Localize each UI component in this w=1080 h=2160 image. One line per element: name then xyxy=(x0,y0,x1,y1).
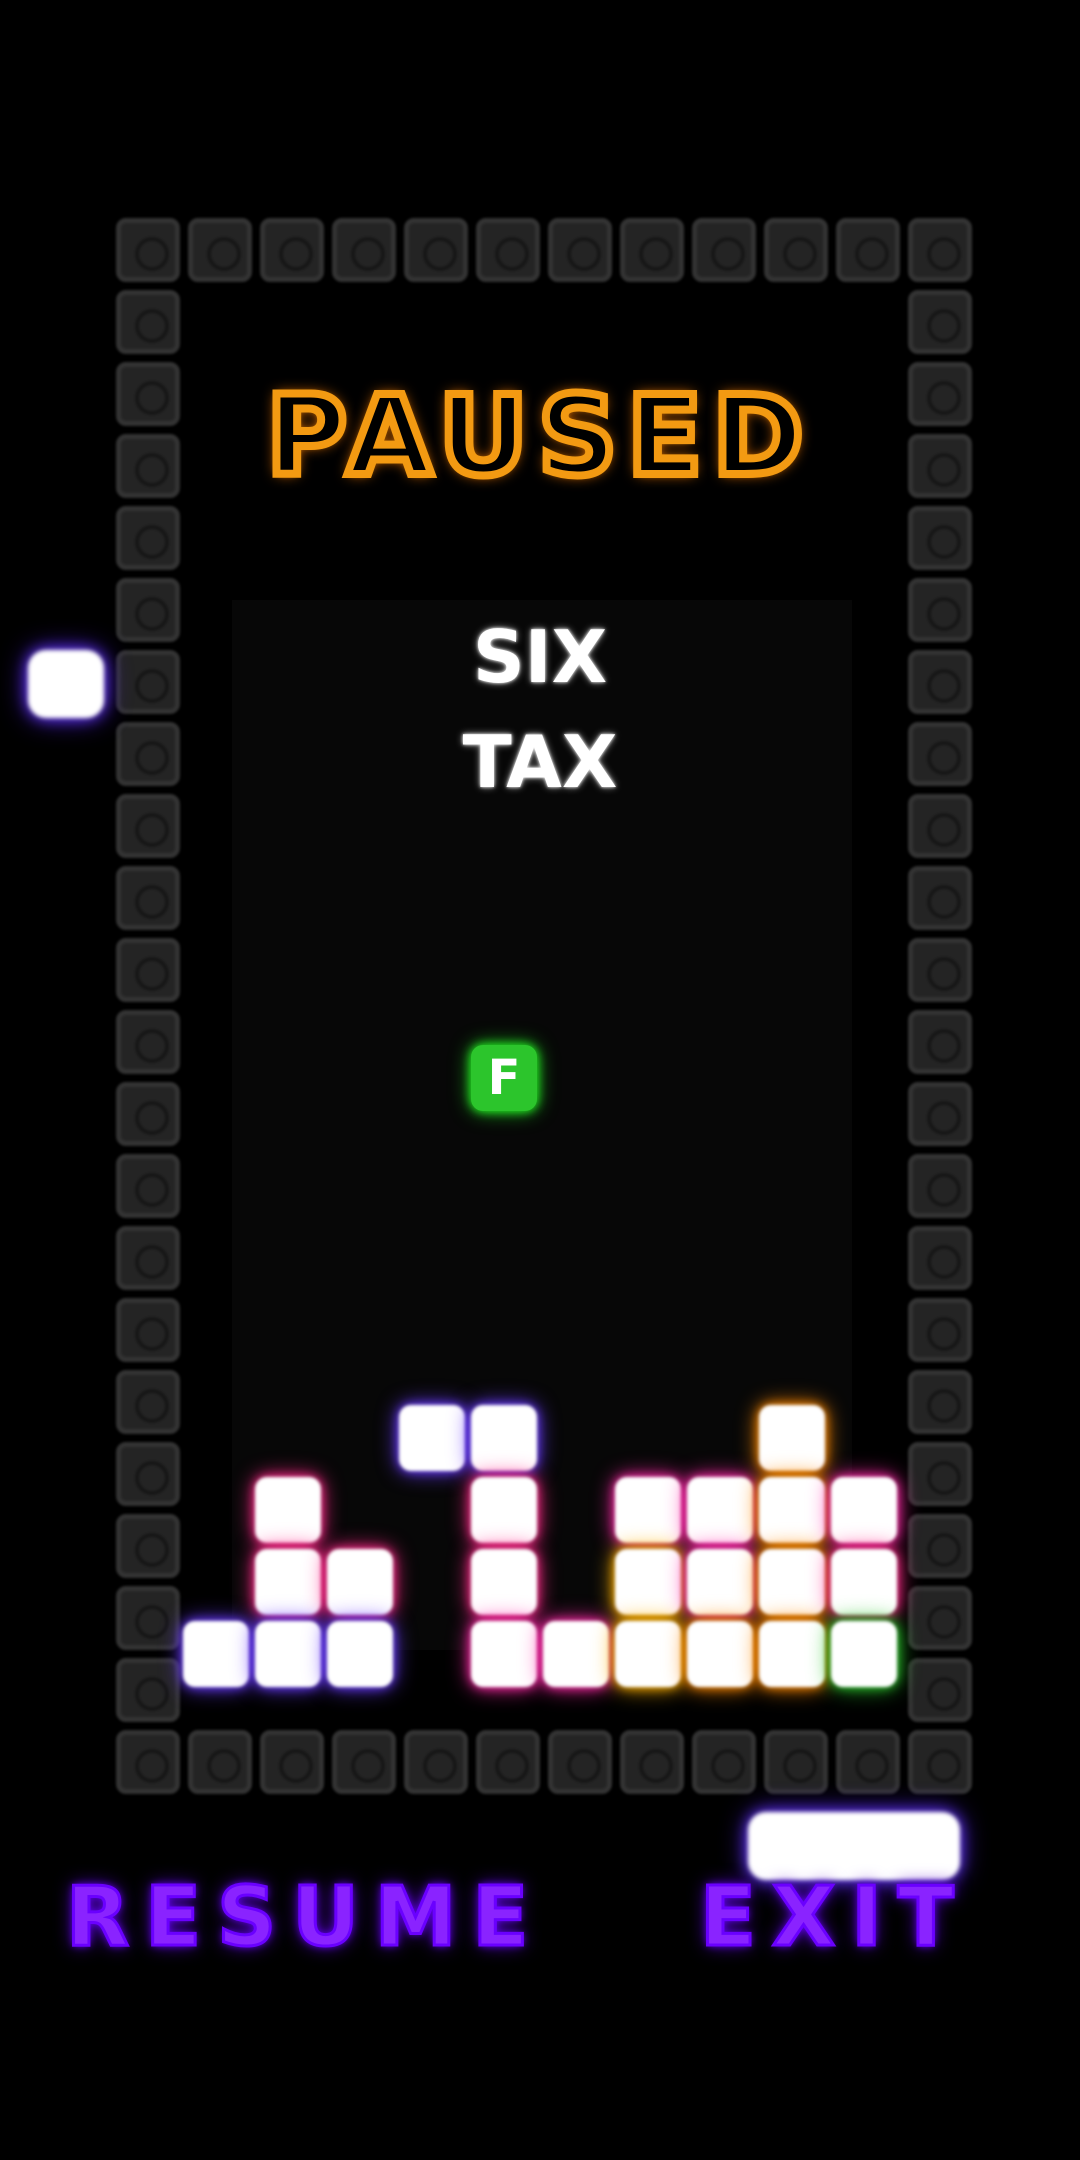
border-block xyxy=(404,1730,468,1794)
border-block xyxy=(908,506,972,570)
border-block xyxy=(116,1226,180,1290)
letter-tile: T xyxy=(831,1549,897,1615)
border-block xyxy=(116,1082,180,1146)
border-block xyxy=(116,1730,180,1794)
letter-tile: A xyxy=(471,1405,537,1471)
border-block xyxy=(332,218,396,282)
letter-tile: J xyxy=(471,1477,537,1543)
letter-tile: C xyxy=(615,1549,681,1615)
letter-tile: S xyxy=(327,1549,393,1615)
border-block xyxy=(908,1730,972,1794)
border-block xyxy=(692,1730,756,1794)
letter-tile: A xyxy=(687,1549,753,1615)
border-block xyxy=(116,1154,180,1218)
letter-tile: V xyxy=(255,1621,321,1687)
letter-tile: E xyxy=(759,1405,825,1471)
letter-tile: W xyxy=(183,1621,249,1687)
border-block xyxy=(692,218,756,282)
letter-tile: A xyxy=(615,1621,681,1687)
border-block xyxy=(908,1298,972,1362)
exit-button[interactable]: EXIT xyxy=(699,1869,970,1967)
border-block xyxy=(908,1658,972,1722)
border-block xyxy=(476,1730,540,1794)
border-block xyxy=(332,1730,396,1794)
border-block xyxy=(620,1730,684,1794)
border-block xyxy=(476,218,540,282)
side-glow-tile xyxy=(28,650,104,718)
border-block xyxy=(116,1010,180,1074)
letter-tile: O xyxy=(831,1477,897,1543)
border-block xyxy=(548,1730,612,1794)
border-block xyxy=(116,1442,180,1506)
border-block xyxy=(116,1514,180,1578)
letter-tile: Z xyxy=(399,1405,465,1471)
border-block xyxy=(116,938,180,1002)
border-block xyxy=(260,218,324,282)
border-block xyxy=(836,1730,900,1794)
pause-title: PAUSED xyxy=(262,368,814,504)
border-block xyxy=(116,866,180,930)
letter-tile: J xyxy=(759,1549,825,1615)
border-block xyxy=(908,1442,972,1506)
border-block xyxy=(908,1154,972,1218)
letter-tile: I xyxy=(255,1549,321,1615)
border-block xyxy=(908,1010,972,1074)
game-screen: PAUSED SIX TAX EZAQJXVKOISJCAJTWVDBOAIQM… xyxy=(0,0,1080,2160)
border-block xyxy=(116,290,180,354)
border-block xyxy=(260,1730,324,1794)
resume-button[interactable]: RESUME xyxy=(64,1869,544,1967)
letter-tile: J xyxy=(471,1549,537,1615)
letter-tile: D xyxy=(327,1621,393,1687)
border-block xyxy=(908,1586,972,1650)
border-block xyxy=(908,218,972,282)
border-block xyxy=(908,938,972,1002)
border-block xyxy=(908,1082,972,1146)
letter-tile: Q xyxy=(759,1621,825,1687)
border-block xyxy=(116,218,180,282)
border-block xyxy=(620,218,684,282)
border-block xyxy=(836,218,900,282)
falling-tile[interactable]: F xyxy=(471,1045,537,1111)
border-block xyxy=(116,506,180,570)
border-block xyxy=(908,1226,972,1290)
border-block xyxy=(116,1658,180,1722)
border-block xyxy=(404,218,468,282)
found-word: TAX xyxy=(462,720,618,804)
letter-tile: V xyxy=(687,1477,753,1543)
letter-tile: I xyxy=(687,1621,753,1687)
border-block xyxy=(116,1298,180,1362)
found-word: SIX xyxy=(472,615,608,699)
border-block xyxy=(764,1730,828,1794)
letter-tile: X xyxy=(615,1477,681,1543)
border-block xyxy=(908,290,972,354)
border-block xyxy=(908,1514,972,1578)
border-block xyxy=(188,1730,252,1794)
letter-tile: M xyxy=(831,1621,897,1687)
border-block xyxy=(188,218,252,282)
letter-tile: K xyxy=(759,1477,825,1543)
letter-tile: O xyxy=(543,1621,609,1687)
border-block xyxy=(908,866,972,930)
letter-tile: B xyxy=(471,1621,537,1687)
letter-tile: Q xyxy=(255,1477,321,1543)
border-block xyxy=(116,1586,180,1650)
border-block xyxy=(116,1370,180,1434)
border-block xyxy=(764,218,828,282)
border-block xyxy=(548,218,612,282)
border-block xyxy=(908,1370,972,1434)
